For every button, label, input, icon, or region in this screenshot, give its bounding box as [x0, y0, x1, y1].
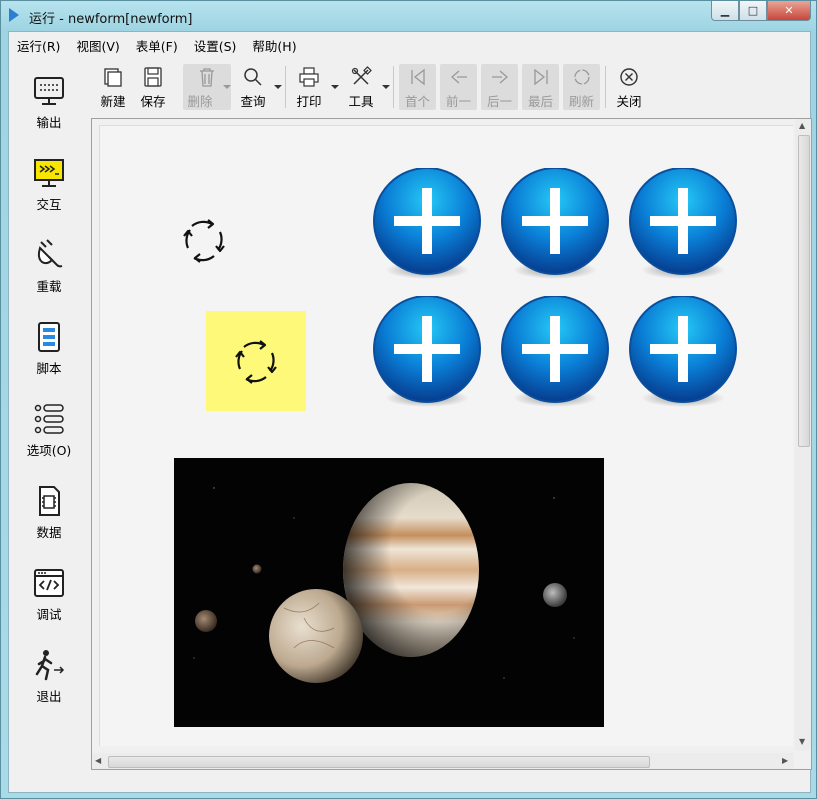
refresh-label: 刷新 [568, 94, 594, 109]
close-label: 关闭 [616, 94, 642, 109]
print-dropdown-arrow[interactable] [331, 85, 339, 89]
tools-button[interactable]: 工具 [343, 64, 379, 110]
first-label: 首个 [404, 94, 430, 109]
new-button[interactable]: 新建 [95, 64, 131, 110]
save-button[interactable]: 保存 [135, 64, 171, 110]
vertical-scroll-thumb[interactable] [798, 135, 810, 447]
horizontal-scroll-thumb[interactable] [108, 756, 650, 768]
print-button[interactable]: 打印 [291, 64, 327, 110]
sidebar-item-label: 选项(O) [26, 443, 72, 458]
tools-dropdown-arrow[interactable] [382, 85, 390, 89]
search-icon [244, 68, 262, 86]
menu-bar: 运行(R) 视图(V) 表单(F) 设置(S) 帮助(H) [9, 32, 810, 56]
horizontal-scrollbar[interactable]: ◀ ▶ [92, 753, 794, 769]
run-app-icon [9, 8, 19, 22]
first-record-button[interactable]: 首个 [399, 64, 436, 110]
query-label: 查询 [240, 94, 266, 109]
refresh-cycle-icon[interactable] [176, 212, 232, 268]
client-area: 运行(R) 视图(V) 表单(F) 设置(S) 帮助(H) 输出 交互 重载 脚… [8, 31, 812, 793]
close-window-button[interactable]: ✕ [767, 1, 811, 21]
tools-wrench-icon [351, 66, 372, 85]
add-button-6[interactable] [628, 296, 738, 408]
form-canvas [99, 125, 793, 746]
window-title: 运行 - newform[newform] [29, 12, 193, 27]
add-button-1[interactable] [372, 168, 482, 280]
terminal-icon [34, 159, 64, 187]
refresh-icon [573, 69, 590, 85]
menu-form[interactable]: 表单(F) [128, 32, 186, 56]
sidebar-item-options[interactable]: 选项(O) [9, 396, 89, 474]
query-button[interactable]: 查询 [235, 64, 271, 110]
trash-icon [200, 68, 214, 87]
add-button-5[interactable] [500, 296, 610, 408]
close-circle-icon [620, 68, 638, 86]
sidebar-item-reload[interactable]: 重载 [9, 232, 89, 310]
prev-record-button[interactable]: 前一 [440, 64, 477, 110]
options-list-icon [34, 404, 64, 434]
add-button-4[interactable] [372, 296, 482, 408]
sidebar-item-debug[interactable]: 调试 [9, 560, 89, 638]
sidebar-item-data[interactable]: 数据 [9, 478, 89, 556]
prev-label: 前一 [445, 94, 471, 109]
code-window-icon [34, 569, 64, 597]
sidebar-item-label: 交互 [36, 197, 62, 212]
plug-icon [37, 239, 63, 268]
refresh-cycle-icon [235, 340, 277, 384]
data-chip-icon [39, 486, 60, 516]
monitor-icon [34, 77, 64, 105]
title-bar: 运行 - newform[newform] ▁ □ ✕ [1, 1, 816, 31]
save-floppy-icon [144, 67, 162, 87]
app-window: 运行 - newform[newform] ▁ □ ✕ 运行(R) 视图(V) … [0, 0, 817, 799]
menu-run[interactable]: 运行(R) [9, 32, 68, 56]
first-icon [410, 68, 425, 86]
sidebar: 输出 交互 重载 脚本 选项(O) 数据 调试 退出 [9, 58, 89, 792]
toolbar: 新建 保存 删除 查询 打印 工具 首个 前一 后一 最后 刷新 关闭 [91, 60, 810, 112]
planets-image [174, 458, 604, 727]
next-record-button[interactable]: 后一 [481, 64, 518, 110]
next-label: 后一 [486, 94, 512, 109]
sidebar-item-label: 重载 [36, 279, 62, 294]
exit-run-icon [35, 650, 65, 681]
refresh-button[interactable]: 刷新 [563, 64, 600, 110]
menu-help[interactable]: 帮助(H) [244, 32, 304, 56]
add-button-3[interactable] [628, 168, 738, 280]
save-label: 保存 [140, 94, 166, 109]
sidebar-item-label: 调试 [36, 607, 62, 622]
minimize-button[interactable]: ▁ [711, 1, 739, 21]
tools-label: 工具 [348, 94, 374, 109]
last-record-button[interactable]: 最后 [522, 64, 559, 110]
sidebar-item-script[interactable]: 脚本 [9, 314, 89, 392]
sidebar-item-interact[interactable]: 交互 [9, 150, 89, 228]
add-button-2[interactable] [500, 168, 610, 280]
sidebar-item-label: 输出 [36, 115, 62, 130]
new-file-icon [104, 68, 122, 87]
delete-dropdown-arrow[interactable] [223, 85, 231, 89]
sidebar-item-label: 退出 [36, 689, 62, 704]
sidebar-item-output[interactable]: 输出 [9, 68, 89, 146]
last-label: 最后 [527, 94, 553, 109]
sidebar-item-label: 脚本 [36, 361, 62, 376]
last-icon [533, 68, 548, 86]
query-dropdown-arrow[interactable] [274, 85, 282, 89]
menu-settings[interactable]: 设置(S) [186, 32, 245, 56]
sidebar-item-exit[interactable]: 退出 [9, 642, 89, 720]
maximize-button[interactable]: □ [739, 1, 767, 21]
status-bar [9, 770, 810, 792]
delete-label: 删除 [187, 94, 213, 109]
sidebar-item-label: 数据 [36, 525, 62, 540]
form-canvas-frame: ▲ ▼ ◀ ▶ [91, 118, 812, 770]
close-form-button[interactable]: 关闭 [611, 64, 647, 110]
script-icon [38, 322, 60, 352]
print-label: 打印 [296, 94, 322, 109]
printer-icon [299, 67, 319, 87]
arrow-left-icon [450, 70, 467, 84]
menu-view[interactable]: 视图(V) [68, 32, 127, 56]
vertical-scrollbar[interactable]: ▲ ▼ [795, 119, 811, 751]
arrow-right-icon [491, 70, 508, 84]
highlight-box[interactable] [206, 311, 306, 411]
new-label: 新建 [100, 94, 126, 109]
